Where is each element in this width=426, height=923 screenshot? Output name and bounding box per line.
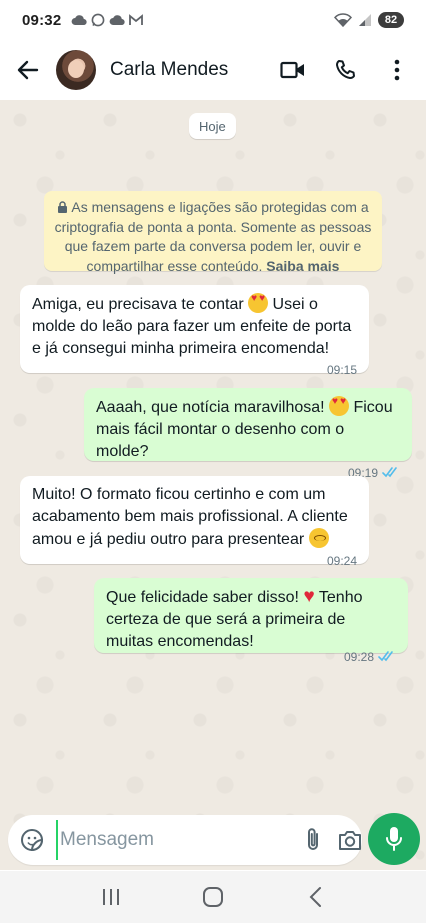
contact-name[interactable]: Carla Mendes	[110, 59, 278, 81]
attach-button[interactable]	[305, 825, 321, 855]
chat-area[interactable]: Hoje As mensagens e ligações são protegi…	[0, 100, 426, 870]
header-actions	[278, 55, 412, 85]
signal-icon	[359, 14, 371, 26]
double-check-read-icon	[378, 651, 393, 662]
system-nav-bar	[0, 871, 426, 923]
message-text: Amiga, eu precisava te contar Usei o mol…	[32, 293, 357, 360]
microphone-icon	[386, 827, 402, 851]
voice-message-button[interactable]	[368, 813, 420, 865]
lock-icon	[58, 201, 68, 213]
recent-apps-icon	[103, 889, 119, 905]
chevron-left-icon	[309, 887, 321, 907]
red-heart-emoji-icon: ♥	[303, 586, 315, 607]
message-composer	[8, 815, 362, 865]
back-button[interactable]	[12, 54, 44, 86]
heart-eyes-emoji-icon	[329, 396, 350, 416]
kebab-menu-icon	[394, 59, 400, 81]
message-text: Muito! O formato ficou certinho e com um…	[32, 484, 357, 551]
message-incoming[interactable]: Muito! O formato ficou certinho e com um…	[20, 476, 369, 568]
status-time: 09:32	[22, 11, 62, 29]
message-text-part: Aaaah, que notícia maravilhosa!	[96, 399, 330, 416]
gmail-icon	[129, 14, 144, 25]
sticker-icon	[21, 828, 44, 852]
arrow-left-icon	[17, 60, 39, 80]
heart-eyes-emoji-icon	[248, 293, 269, 313]
message-text-part: Muito! O formato ficou certinho e com um…	[32, 486, 348, 548]
status-left: 09:32	[22, 11, 144, 29]
home-icon	[203, 887, 223, 907]
avatar[interactable]	[56, 50, 96, 90]
wifi-icon	[334, 13, 352, 27]
status-bar: 09:32 82	[0, 0, 426, 40]
status-notification-icons	[71, 13, 144, 27]
learn-more-link[interactable]: Saiba mais	[266, 258, 339, 274]
double-check-read-icon	[382, 467, 397, 478]
message-text-part: Que felicidade saber disso!	[106, 589, 304, 606]
message-time: 09:15	[326, 362, 357, 377]
voice-call-button[interactable]	[330, 55, 360, 85]
cloud-icon	[71, 15, 88, 26]
more-options-button[interactable]	[382, 55, 412, 85]
back-nav-button[interactable]	[295, 877, 335, 917]
message-time: 09:28	[343, 649, 374, 664]
moved-face-emoji-icon	[308, 528, 329, 548]
paperclip-icon	[308, 828, 318, 850]
sticker-button[interactable]	[20, 825, 44, 855]
recent-apps-button[interactable]	[91, 877, 131, 917]
message-outgoing[interactable]: Que felicidade saber disso! ♥ Tenho cert…	[94, 578, 408, 664]
message-time: 09:24	[326, 553, 357, 568]
status-right: 82	[334, 12, 404, 28]
battery-badge: 82	[378, 12, 404, 28]
message-text: Aaaah, que notícia maravilhosa! Ficou ma…	[96, 396, 400, 463]
message-incoming[interactable]: Amiga, eu precisava te contar Usei o mol…	[20, 285, 369, 377]
camera-icon	[339, 831, 361, 850]
home-button[interactable]	[193, 877, 233, 917]
phone-icon	[336, 60, 355, 79]
whatsapp-status-icon	[91, 13, 105, 27]
encryption-notice[interactable]: As mensagens e ligações são protegidas c…	[44, 191, 382, 274]
message-input[interactable]	[56, 820, 305, 860]
chat-header: Carla Mendes	[0, 40, 426, 100]
camera-button[interactable]	[337, 825, 363, 855]
message-outgoing[interactable]: Aaaah, que notícia maravilhosa! Ficou ma…	[84, 388, 412, 480]
message-meta: 09:24	[32, 553, 357, 568]
video-camera-icon	[280, 61, 304, 79]
message-text: Que felicidade saber disso! ♥ Tenho cert…	[106, 586, 396, 653]
message-meta: 09:15	[32, 362, 357, 377]
video-call-button[interactable]	[278, 55, 308, 85]
message-text-part: Amiga, eu precisava te contar	[32, 296, 249, 313]
cloud-filled-icon	[109, 15, 126, 26]
date-chip: Hoje	[189, 113, 236, 139]
